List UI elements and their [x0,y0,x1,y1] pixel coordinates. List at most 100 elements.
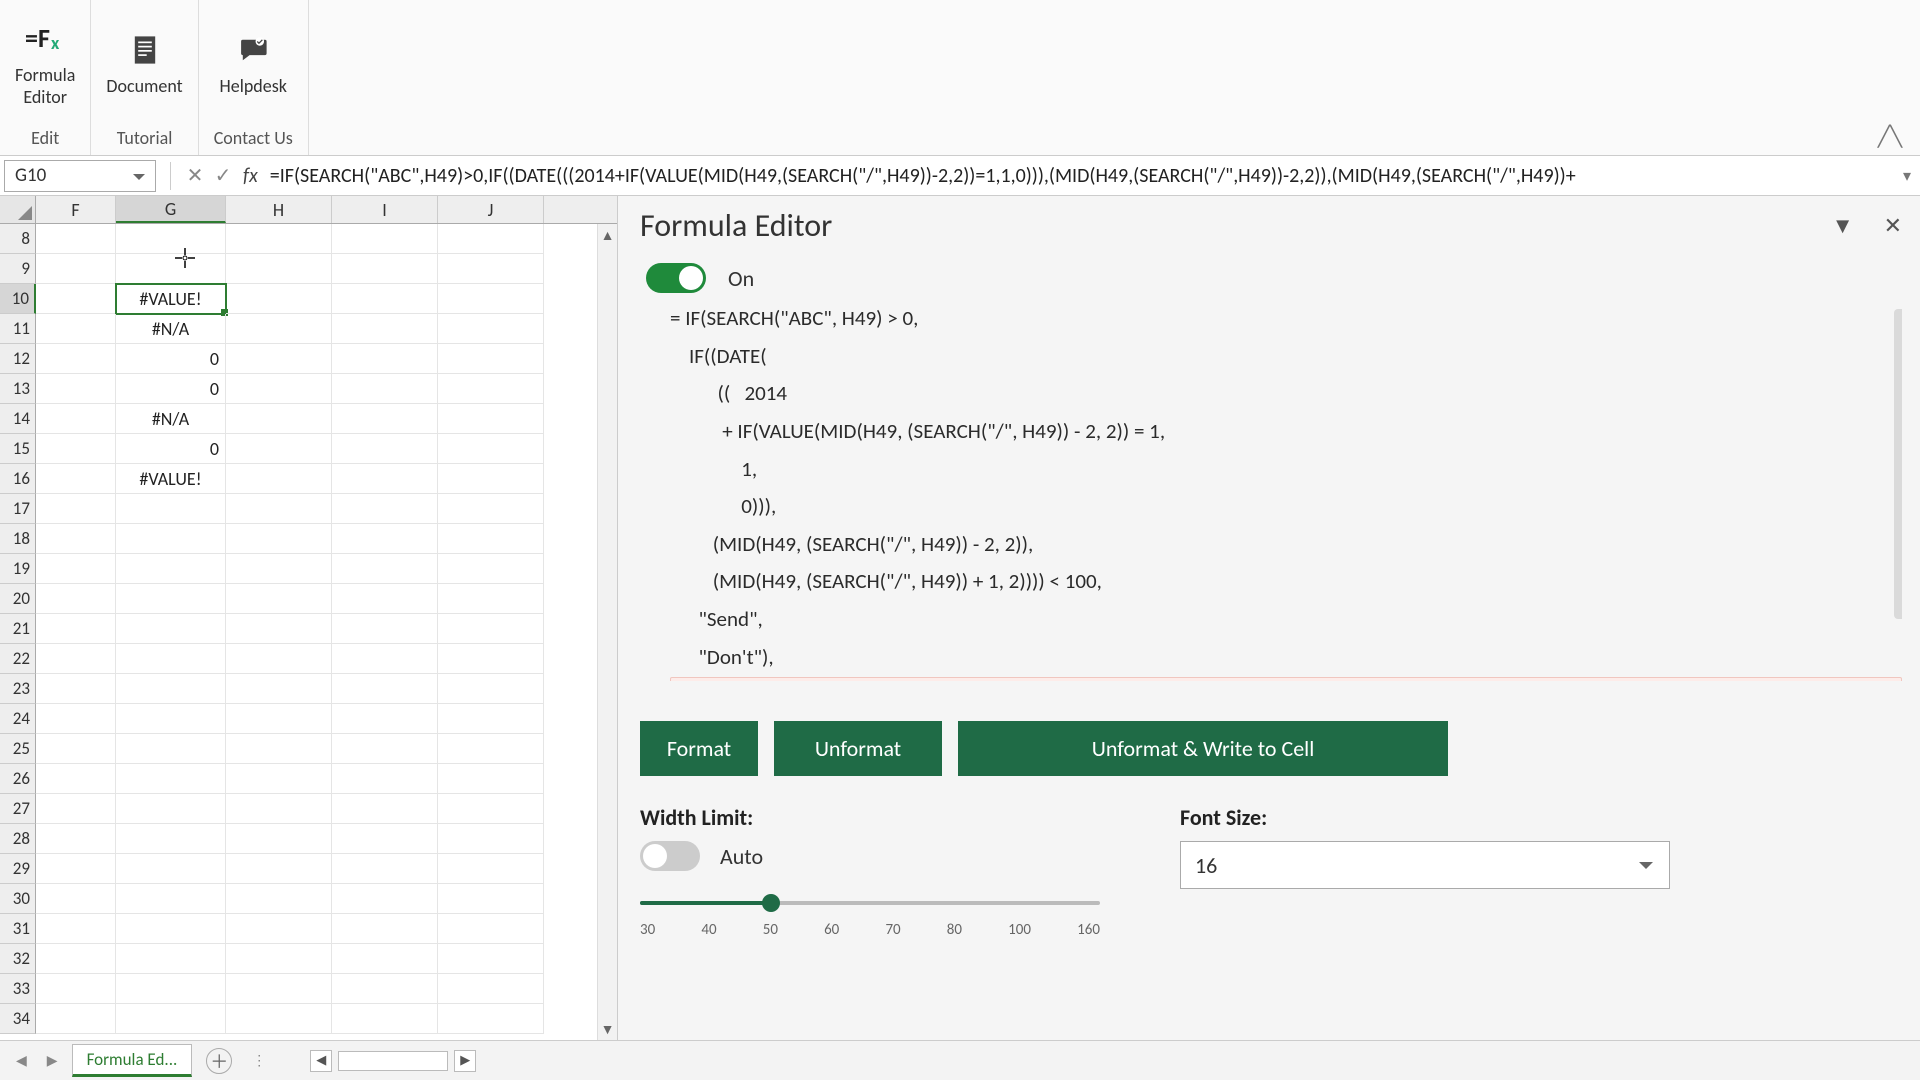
row-header[interactable]: 8 [0,224,36,254]
cell-G16[interactable]: #VALUE! [116,464,226,494]
cell-F13[interactable] [36,374,116,404]
cell-F26[interactable] [36,764,116,794]
col-header-I[interactable]: I [332,196,438,223]
cell-H13[interactable] [226,374,332,404]
row-header[interactable]: 9 [0,254,36,284]
unformat-button[interactable]: Unformat [774,721,942,776]
cell-I23[interactable] [332,674,438,704]
row-header[interactable]: 30 [0,884,36,914]
cell-F32[interactable] [36,944,116,974]
cell-F21[interactable] [36,614,116,644]
row-header[interactable]: 23 [0,674,36,704]
document-button[interactable]: Document [106,10,182,118]
cell-G33[interactable] [116,974,226,1004]
cell-G30[interactable] [116,884,226,914]
cell-F30[interactable] [36,884,116,914]
cell-G25[interactable] [116,734,226,764]
accept-icon[interactable]: ✓ [209,163,237,188]
cell-I13[interactable] [332,374,438,404]
name-box[interactable]: G10 [4,160,156,192]
cell-I14[interactable] [332,404,438,434]
cell-J23[interactable] [438,674,544,704]
cell-H18[interactable] [226,524,332,554]
cell-H26[interactable] [226,764,332,794]
cell-H15[interactable] [226,434,332,464]
cell-G14[interactable]: #N/A [116,404,226,434]
cell-I25[interactable] [332,734,438,764]
cell-F9[interactable] [36,254,116,284]
cell-H34[interactable] [226,1004,332,1034]
row-header[interactable]: 18 [0,524,36,554]
tab-more-icon[interactable]: ⋮ [246,1052,272,1069]
cell-H30[interactable] [226,884,332,914]
row-header[interactable]: 12 [0,344,36,374]
cell-G31[interactable] [116,914,226,944]
cell-J16[interactable] [438,464,544,494]
cell-H29[interactable] [226,854,332,884]
cell-H28[interactable] [226,824,332,854]
row-header[interactable]: 20 [0,584,36,614]
row-header[interactable]: 34 [0,1004,36,1034]
cell-F20[interactable] [36,584,116,614]
cell-G8[interactable] [116,224,226,254]
width-slider[interactable] [640,891,1100,915]
width-auto-toggle[interactable] [640,841,700,871]
cell-J12[interactable] [438,344,544,374]
cell-G28[interactable] [116,824,226,854]
cell-F10[interactable] [36,284,116,314]
cell-J14[interactable] [438,404,544,434]
cell-J22[interactable] [438,644,544,674]
hscroll-left-icon[interactable]: ◀ [310,1050,332,1072]
cell-F19[interactable] [36,554,116,584]
vertical-scrollbar[interactable]: ▲ ▼ [597,224,617,1040]
pane-menu-icon[interactable]: ▼ [1832,212,1854,239]
cell-G19[interactable] [116,554,226,584]
row-header[interactable]: 10 [0,284,36,314]
cell-H16[interactable] [226,464,332,494]
cell-I31[interactable] [332,914,438,944]
row-header[interactable]: 26 [0,764,36,794]
cell-F29[interactable] [36,854,116,884]
cell-J31[interactable] [438,914,544,944]
cell-G21[interactable] [116,614,226,644]
cell-I21[interactable] [332,614,438,644]
cell-I29[interactable] [332,854,438,884]
cell-J25[interactable] [438,734,544,764]
row-header[interactable]: 16 [0,464,36,494]
cell-J27[interactable] [438,794,544,824]
sheet-tab-active[interactable]: Formula Ed... [72,1044,193,1077]
hscroll-right-icon[interactable]: ▶ [454,1050,476,1072]
row-header[interactable]: 11 [0,314,36,344]
font-size-select[interactable]: 16 [1180,841,1670,889]
cell-F17[interactable] [36,494,116,524]
formula-editor-button[interactable]: =Fx Formula Editor [15,10,75,118]
cell-F16[interactable] [36,464,116,494]
cell-H22[interactable] [226,644,332,674]
cell-G29[interactable] [116,854,226,884]
cell-J13[interactable] [438,374,544,404]
cell-H31[interactable] [226,914,332,944]
row-header[interactable]: 29 [0,854,36,884]
cell-I17[interactable] [332,494,438,524]
helpdesk-button[interactable]: Helpdesk [220,10,287,118]
add-sheet-button[interactable]: ＋ [206,1048,232,1074]
cell-I22[interactable] [332,644,438,674]
select-all-corner[interactable] [0,196,36,223]
code-scrollbar[interactable] [1894,309,1902,619]
cell-F12[interactable] [36,344,116,374]
cell-I30[interactable] [332,884,438,914]
col-header-J[interactable]: J [438,196,544,223]
cell-J18[interactable] [438,524,544,554]
cell-J26[interactable] [438,764,544,794]
cell-F27[interactable] [36,794,116,824]
fx-icon[interactable]: fx [243,164,258,188]
cell-H21[interactable] [226,614,332,644]
collapse-ribbon-icon[interactable]: ╱╲ [1878,124,1902,149]
col-header-G[interactable]: G [116,196,226,223]
cell-H17[interactable] [226,494,332,524]
cell-G22[interactable] [116,644,226,674]
cell-I24[interactable] [332,704,438,734]
row-header[interactable]: 19 [0,554,36,584]
formula-input[interactable]: =IF(SEARCH("ABC",H49)>0,IF((DATE(((2014+… [264,164,1894,188]
editor-on-toggle[interactable] [646,263,706,293]
